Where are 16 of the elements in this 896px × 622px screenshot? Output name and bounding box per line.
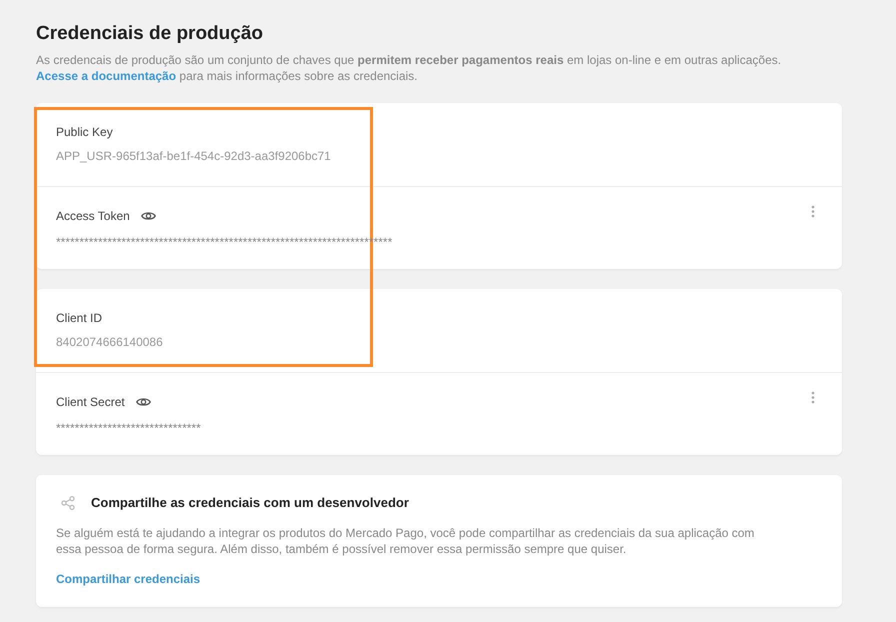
credential-label: Public Key [56, 124, 113, 140]
credential-label: Client ID [56, 310, 102, 326]
credential-value: 8402074666140086 [56, 334, 163, 350]
share-icon [61, 496, 75, 510]
share-description: Se alguém está te ajudando a integrar os produtos do Mercado Pago, você pode compartilhar as credenciais da sua aplicação com essa pessoa de forma segura. Além disso, também é possível remover essa permissão sempre que quiser. [56, 525, 756, 557]
credential-label: Access Token [56, 208, 130, 224]
share-title: Compartilhe as credenciais com um desenvolvedor [91, 494, 409, 512]
eye-icon[interactable] [136, 397, 151, 407]
page-title: Credenciais de produção [36, 22, 264, 46]
masked-value: ******************************* [56, 421, 201, 435]
documentation-link[interactable]: Acesse a documentação [36, 69, 176, 83]
credential-label: Client Secret [56, 394, 125, 410]
credential-value: APP_USR-965f13af-be1f-454c-92d3-aa3f9206bc71 [56, 148, 331, 164]
eye-icon[interactable] [140, 211, 156, 221]
description-text: As credencais de produção são um conjunto de chaves que permitem receber pagamentos reais em lojas on-line e em outras aplicações. Acesse a documentação para mais informações sobre as credenciais. [36, 52, 782, 84]
share-credentials-link[interactable]: Compartilhar credenciais [56, 571, 200, 587]
